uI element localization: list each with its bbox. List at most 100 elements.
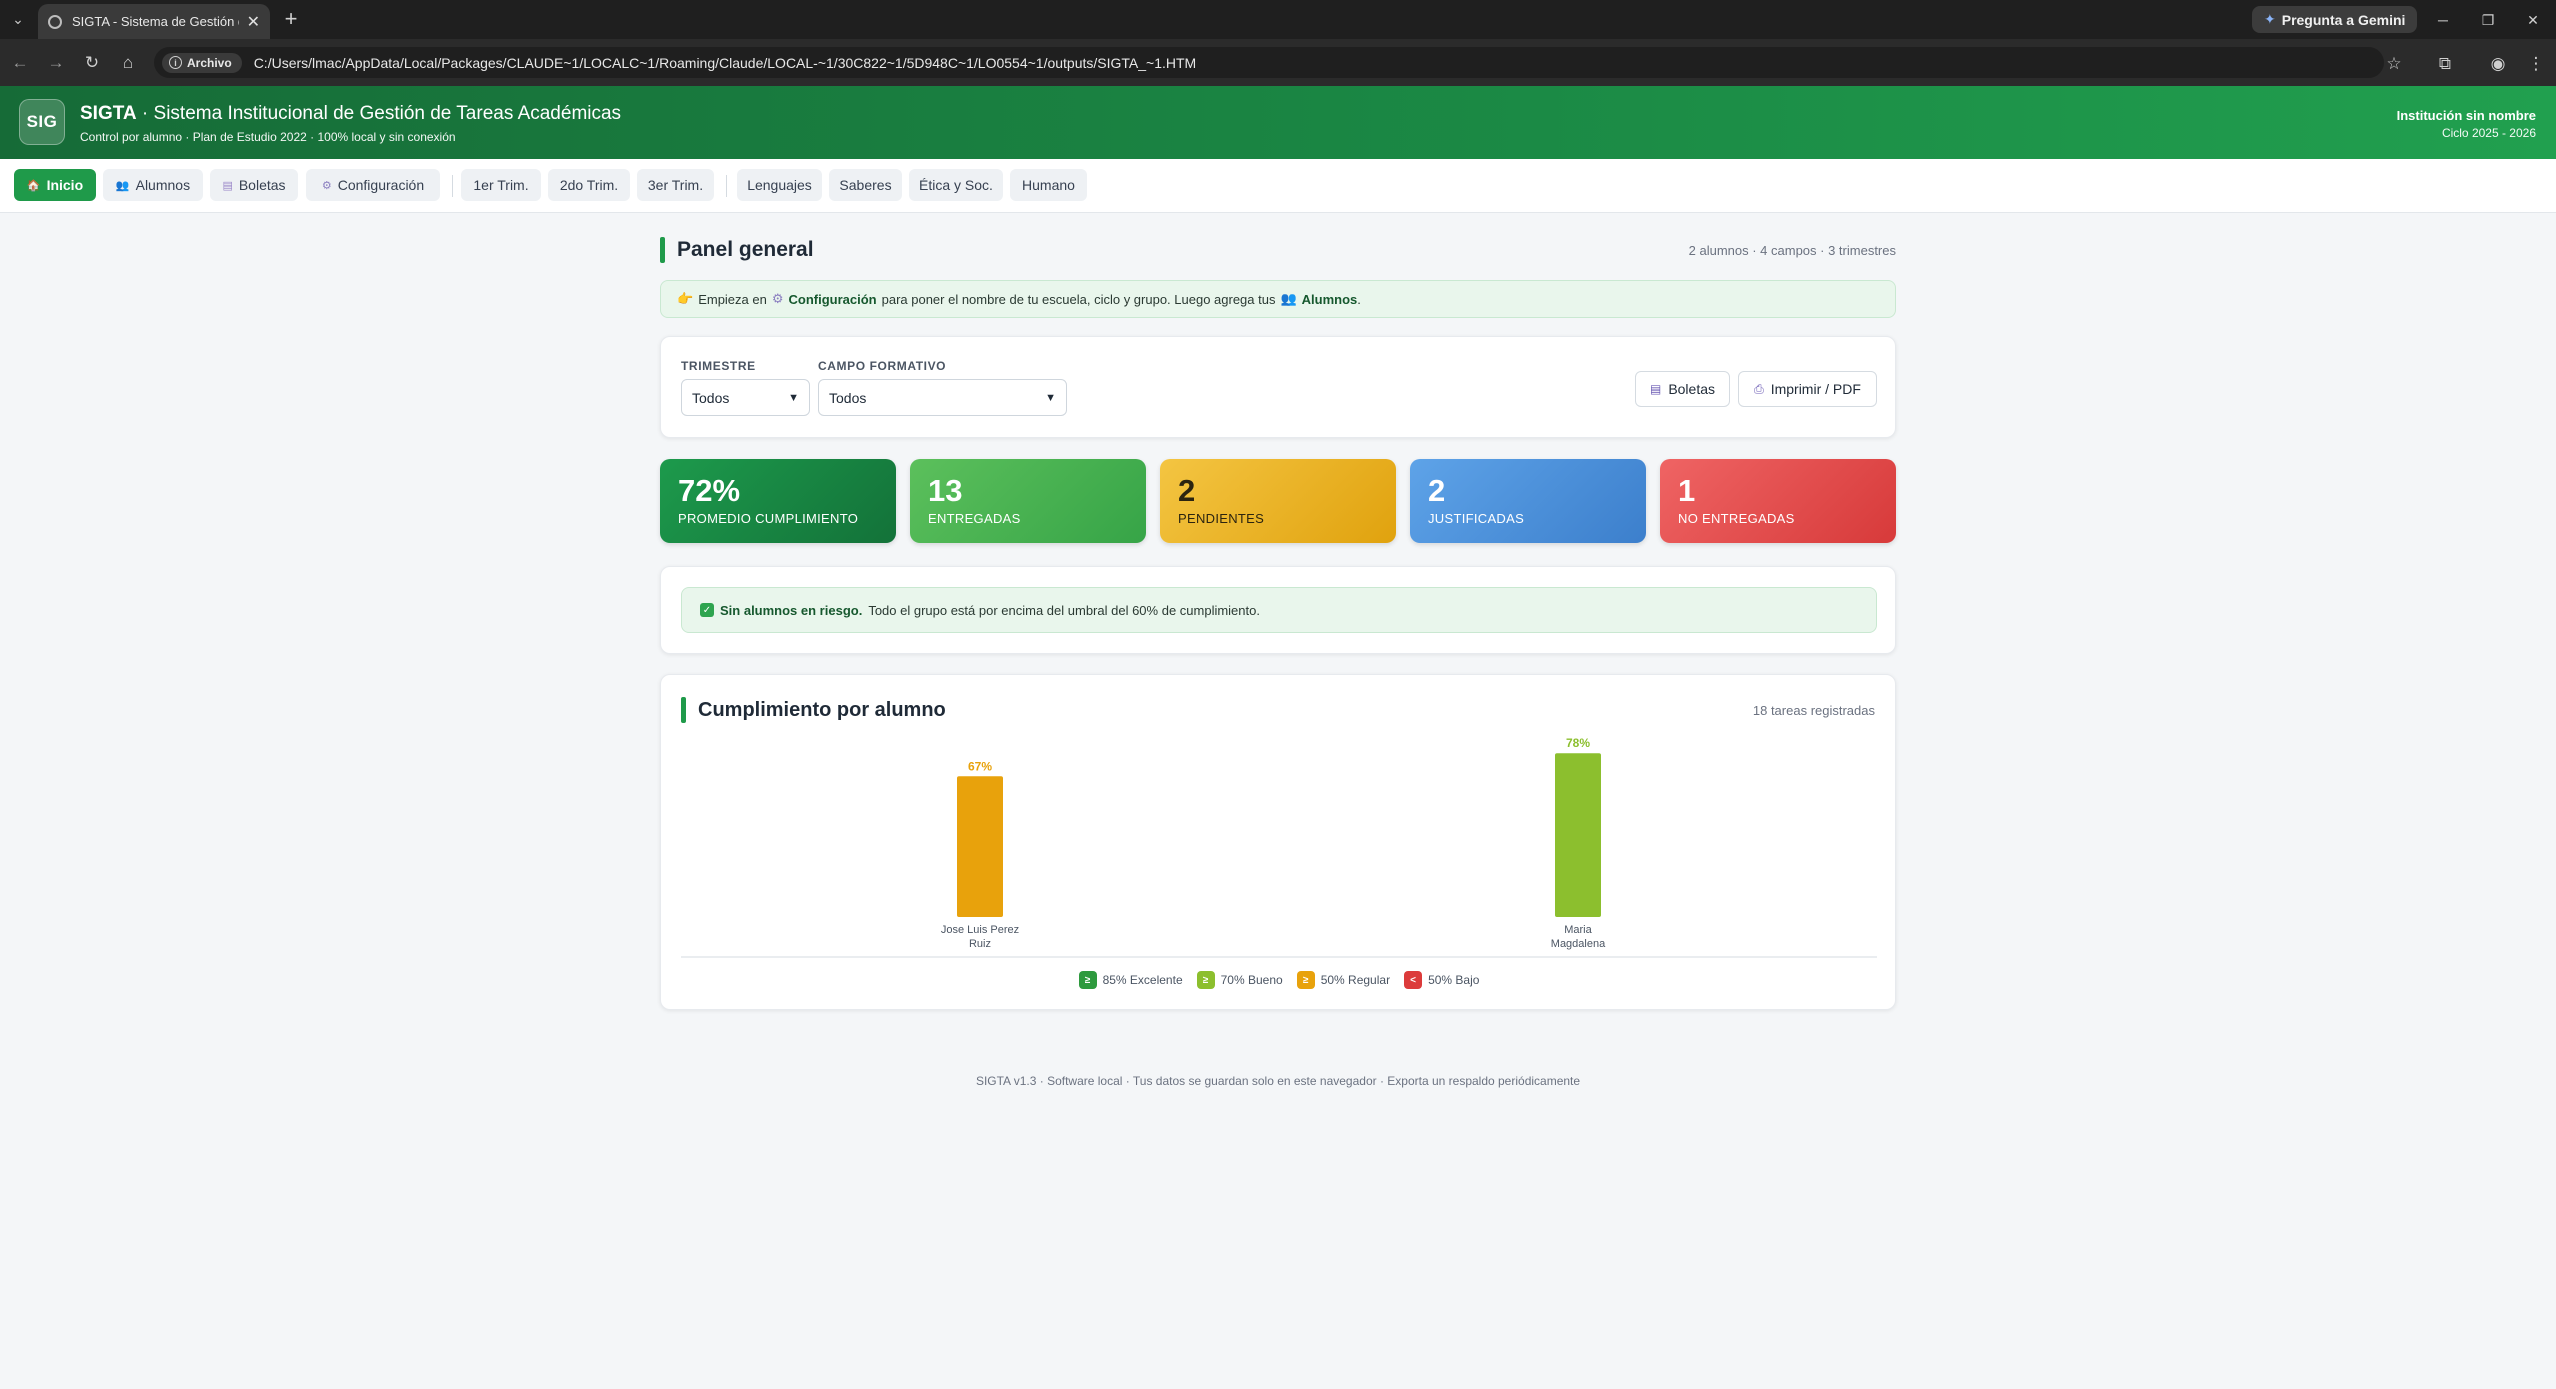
stat-value: 1	[1678, 473, 1696, 508]
nav-trim-1[interactable]: 1er Trim.	[461, 169, 541, 201]
stat-promedio: 72% PROMEDIO CUMPLIMIENTO	[660, 459, 896, 543]
gemini-button[interactable]: ✦ Pregunta a Gemini	[2252, 6, 2418, 33]
legend-swatch: ≥	[1196, 971, 1215, 989]
nav-divider	[726, 175, 727, 197]
users-icon: 👥	[115, 179, 130, 192]
info-icon: i	[169, 56, 182, 69]
site-info-label: Archivo	[187, 55, 232, 70]
nav-configuracion-label: Configuración	[337, 177, 425, 193]
legend-item: ≥50% Regular	[1296, 971, 1391, 989]
nav-lenguajes[interactable]: Lenguajes	[737, 169, 822, 201]
bar-category-label: Ruiz	[969, 938, 991, 950]
institution-name: Institución sin nombre	[2396, 108, 2536, 123]
reload-icon[interactable]: ↻	[78, 49, 106, 77]
stat-value: 2	[1178, 473, 1196, 508]
app-brand: SIGTA	[80, 103, 137, 124]
browser-tabbar: ⌄ SIGTA - Sistema de Gestión de T ✕ + ✦ …	[0, 0, 2556, 39]
bar-value-label: 78%	[1566, 736, 1590, 750]
home-icon: 🏠	[26, 179, 41, 192]
close-icon[interactable]: ✕	[247, 12, 260, 32]
footer: SIGTA v1.3 · Software local · Tus datos …	[975, 1074, 1581, 1088]
chart-bar	[1555, 753, 1601, 917]
nav-divider	[452, 175, 453, 197]
chart-legend: ≥85% Excelente ≥70% Bueno ≥50% Regular <50%…	[661, 971, 1897, 989]
campo-select[interactable]: Todos ▼	[818, 379, 1067, 416]
stat-value: 2	[1428, 473, 1446, 508]
stat-label: NO ENTREGADAS	[1678, 511, 1795, 526]
main-nav: 🏠 Inicio 👥 Alumnos ▤ Boletas ⚙ Configura…	[0, 159, 2556, 213]
extensions-icon[interactable]: ⧉	[2433, 52, 2457, 76]
nav-boletas[interactable]: ▤ Boletas	[210, 169, 298, 201]
back-icon[interactable]: ←	[6, 49, 34, 77]
hint-end: .	[1357, 291, 1361, 307]
legend-label: 50% Regular	[1320, 973, 1391, 987]
hint-alumnos-link[interactable]: Alumnos	[1302, 292, 1358, 307]
compliance-bar-chart: 67% Jose Luis Perez Ruiz 78% Maria Magdalena	[681, 736, 1877, 958]
minimize-icon[interactable]: ─	[2430, 7, 2456, 33]
nav-trim-3[interactable]: 3er Trim.	[637, 169, 714, 201]
document-icon: ▤	[222, 179, 233, 192]
legend-swatch: ≥	[1078, 971, 1097, 989]
document-icon: ▤	[1649, 382, 1662, 396]
nav-trim-2[interactable]: 2do Trim.	[548, 169, 630, 201]
sparkle-icon: ✦	[2264, 11, 2276, 27]
nav-humano[interactable]: Humano	[1010, 169, 1087, 201]
app-logo: SIG	[19, 99, 65, 145]
close-window-icon[interactable]: ✕	[2520, 7, 2546, 33]
app-title-rest: · Sistema Institucional de Gestión de Ta…	[136, 103, 622, 124]
stat-entregadas: 13 ENTREGADAS	[910, 459, 1146, 543]
filters-card: TRIMESTRE Todos ▼ CAMPO FORMATIVO Todos …	[660, 336, 1896, 438]
tab-search-icon[interactable]: ⌄	[6, 7, 30, 31]
pointing-hand-icon: 👉	[677, 291, 694, 306]
restore-icon[interactable]: ❐	[2475, 7, 2501, 33]
nav-inicio[interactable]: 🏠 Inicio	[14, 169, 96, 201]
legend-swatch: <	[1404, 971, 1423, 989]
site-info-chip[interactable]: i Archivo	[162, 52, 242, 73]
chevron-down-icon: ▼	[1045, 391, 1056, 404]
risk-title: Sin alumnos en riesgo.	[720, 602, 863, 618]
new-tab-icon[interactable]: +	[278, 6, 304, 32]
nav-inicio-label: Inicio	[46, 177, 84, 193]
stat-label: PENDIENTES	[1178, 511, 1265, 526]
chart-title: Cumplimiento por alumno	[698, 699, 946, 721]
hint-config-link[interactable]: Configuración	[789, 292, 877, 307]
forward-icon[interactable]: →	[42, 49, 70, 77]
legend-item: ≥85% Excelente	[1078, 971, 1183, 989]
app-title: SIGTA · Sistema Institucional de Gestión…	[80, 103, 621, 125]
address-bar[interactable]: i Archivo C:/Users/lmac/AppData/Local/Pa…	[154, 47, 2384, 78]
bookmark-star-icon[interactable]: ☆	[2382, 52, 2406, 76]
nav-etica[interactable]: Ética y Soc.	[909, 169, 1003, 201]
trimestre-label: TRIMESTRE	[681, 359, 756, 373]
legend-item: ≥70% Bueno	[1196, 971, 1283, 989]
page-title: Panel general	[677, 238, 814, 261]
home-icon[interactable]: ⌂	[114, 49, 142, 77]
checkbox-checked-icon: ✓	[700, 603, 714, 617]
print-button-label: Imprimir / PDF	[1770, 381, 1861, 397]
chart-accent-bar	[681, 697, 686, 723]
stat-no-entregadas: 1 NO ENTREGADAS	[1660, 459, 1896, 543]
profile-icon[interactable]: ◉	[2486, 52, 2510, 76]
gear-icon: ⚙	[321, 179, 332, 192]
legend-item: <50% Bajo	[1404, 971, 1479, 989]
menu-kebab-icon[interactable]: ⋮	[2524, 52, 2548, 76]
boletas-button[interactable]: ▤ Boletas	[1635, 371, 1730, 407]
nav-configuracion[interactable]: ⚙ Configuración	[306, 169, 440, 201]
boletas-button-label: Boletas	[1668, 381, 1716, 397]
legend-label: 50% Bajo	[1428, 973, 1480, 987]
legend-label: 85% Excelente	[1102, 973, 1183, 987]
onboarding-hint: 👉 Empieza en ⚙ Configuración para poner …	[660, 280, 1896, 318]
globe-icon	[48, 14, 62, 29]
nav-alumnos[interactable]: 👥 Alumnos	[103, 169, 203, 201]
stat-pendientes: 2 PENDIENTES	[1160, 459, 1396, 543]
stat-justificadas: 2 JUSTIFICADAS	[1410, 459, 1646, 543]
browser-tab[interactable]: SIGTA - Sistema de Gestión de T ✕	[38, 4, 270, 39]
nav-saberes[interactable]: Saberes	[829, 169, 902, 201]
bar-value-label: 67%	[968, 759, 992, 773]
campo-value: Todos	[829, 389, 867, 406]
print-button[interactable]: ⎙ Imprimir / PDF	[1738, 371, 1877, 407]
school-cycle: Ciclo 2025 - 2026	[2441, 126, 2536, 140]
chevron-down-icon: ▼	[788, 391, 799, 404]
app-subtitle: Control por alumno · Plan de Estudio 202…	[80, 130, 456, 144]
printer-icon: ⎙	[1754, 381, 1764, 396]
trimestre-select[interactable]: Todos ▼	[681, 379, 810, 416]
